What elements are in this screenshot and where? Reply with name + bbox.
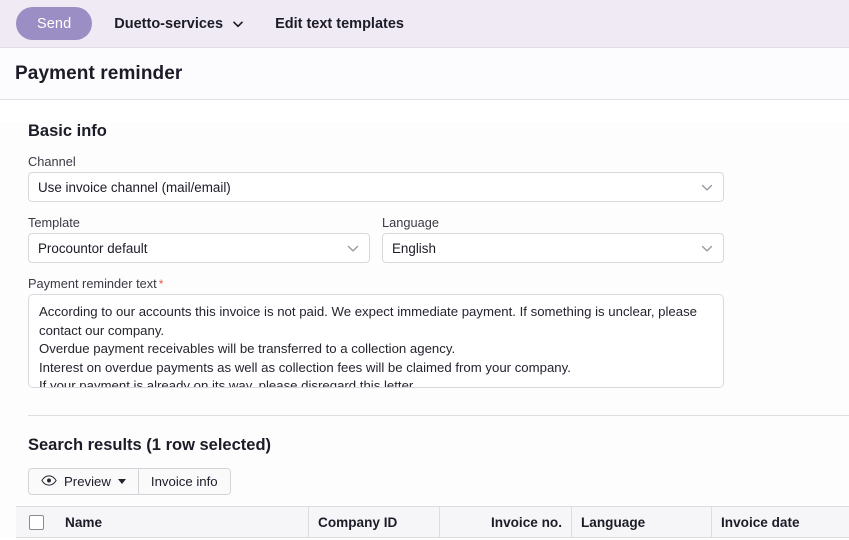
search-results-heading: Search results (1 row selected) (28, 436, 849, 455)
preview-button-label: Preview (64, 474, 111, 489)
column-header-label: Invoice no. (491, 515, 562, 530)
column-header-label: Name (65, 515, 102, 530)
column-header-label: Company ID (318, 515, 397, 530)
language-label: Language (382, 215, 724, 230)
section-divider (28, 415, 849, 416)
reminder-text-label-text: Payment reminder text (28, 276, 157, 291)
required-indicator: * (159, 277, 164, 291)
channel-label: Channel (28, 154, 849, 169)
column-header-label: Language (581, 515, 645, 530)
chevron-down-icon (345, 241, 360, 256)
template-label: Template (28, 215, 370, 230)
invoice-info-button-label: Invoice info (151, 474, 218, 489)
top-toolbar: Send Duetto-services Edit text templates (0, 0, 849, 48)
column-header-company-id[interactable]: Company ID (308, 507, 439, 537)
results-table: Name Company ID Invoice no. Language Inv… (16, 506, 849, 538)
send-button[interactable]: Send (16, 7, 92, 40)
column-header-invoice-date[interactable]: Invoice date (711, 507, 849, 537)
reminder-text-input[interactable] (28, 294, 724, 388)
column-header-label: Invoice date (721, 515, 800, 530)
edit-text-templates-link[interactable]: Edit text templates (275, 16, 404, 32)
reminder-text-label: Payment reminder text* (28, 276, 849, 291)
basic-info-heading: Basic info (28, 122, 849, 141)
results-table-header: Name Company ID Invoice no. Language Inv… (16, 506, 849, 538)
select-all-checkbox[interactable] (29, 515, 44, 530)
channel-select-value: Use invoice channel (mail/email) (38, 180, 231, 195)
column-header-invoice-no[interactable]: Invoice no. (439, 507, 571, 537)
language-select-value: English (392, 241, 436, 256)
chevron-down-icon (699, 241, 714, 256)
column-header-name[interactable]: Name (56, 507, 308, 537)
organization-dropdown-label: Duetto-services (114, 16, 223, 32)
organization-dropdown[interactable]: Duetto-services (114, 16, 243, 32)
chevron-down-icon (699, 180, 714, 195)
template-select[interactable]: Procountor default (28, 233, 370, 263)
results-action-buttons: Preview Invoice info (28, 468, 231, 495)
column-header-language[interactable]: Language (571, 507, 711, 537)
language-select[interactable]: English (382, 233, 724, 263)
eye-icon (41, 474, 57, 489)
chevron-down-icon (232, 18, 243, 29)
caret-down-icon (118, 479, 126, 484)
invoice-info-button[interactable]: Invoice info (138, 469, 230, 494)
page-title-bar: Payment reminder (0, 48, 849, 100)
template-select-value: Procountor default (38, 241, 147, 256)
channel-select[interactable]: Use invoice channel (mail/email) (28, 172, 724, 202)
select-all-cell (16, 507, 56, 537)
page-title: Payment reminder (15, 63, 182, 85)
main-content: Basic info Channel Use invoice channel (… (0, 122, 849, 538)
preview-button[interactable]: Preview (29, 469, 138, 494)
